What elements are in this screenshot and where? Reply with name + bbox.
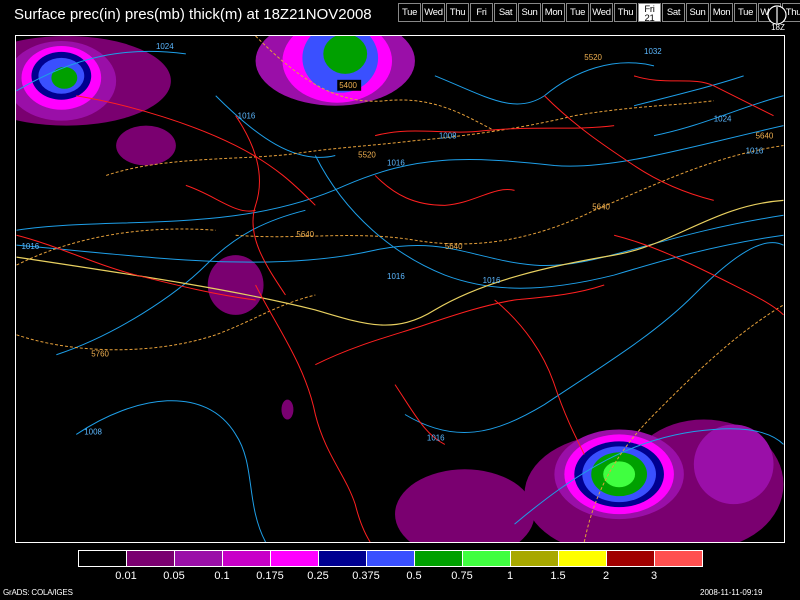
pressure-label: 1016 <box>387 158 405 167</box>
day-button[interactable]: Mon <box>710 3 733 22</box>
thickness-label: 5760 <box>91 350 109 359</box>
legend-label: 0.75 <box>451 570 473 582</box>
day-button[interactable]: Sat <box>494 3 517 22</box>
legend-swatch <box>318 550 367 567</box>
weather-map: 1024 1016 1008 1016 1016 1016 1016 1008 … <box>15 35 785 543</box>
legend-swatch <box>510 550 559 567</box>
pressure-label: 1024 <box>714 115 732 124</box>
legend-label: 1.5 <box>550 570 566 582</box>
thickness-label: 5640 <box>592 202 610 211</box>
day-button[interactable]: Sun <box>686 3 709 22</box>
legend-swatch <box>414 550 463 567</box>
legend-label: 0.05 <box>163 570 185 582</box>
legend-label: 0.375 <box>352 570 380 582</box>
pressure-label: 1024 <box>156 42 174 51</box>
thickness-label: 5640 <box>756 132 774 141</box>
legend-label: 3 <box>650 570 658 582</box>
legend-swatch <box>270 550 319 567</box>
legend-label: 0.1 <box>214 570 230 582</box>
legend-label: 0.5 <box>406 570 422 582</box>
legend-swatch <box>606 550 655 567</box>
legend-swatch <box>222 550 271 567</box>
day-button[interactable]: Tue <box>566 3 589 22</box>
day-button[interactable]: Tue <box>734 3 757 22</box>
day-button[interactable]: Mon <box>542 3 565 22</box>
legend-swatch <box>126 550 175 567</box>
legend-swatch <box>174 550 223 567</box>
legend-swatch <box>654 550 703 567</box>
legend-label: 0.01 <box>115 570 137 582</box>
pressure-label: 1016 <box>427 433 445 442</box>
day-button[interactable]: Wed <box>590 3 613 22</box>
day-button[interactable]: Fri <box>470 3 493 22</box>
pressure-label: 1016 <box>238 112 256 121</box>
day-button[interactable]: Sun <box>518 3 541 22</box>
thickness-label: 5400 <box>339 81 357 90</box>
thickness-label: 5520 <box>358 151 376 160</box>
timestamp-text: 2008-11-11-09:19 <box>700 588 763 597</box>
map-title: Surface prec(in) pres(mb) thick(m) at 18… <box>14 6 372 23</box>
legend-swatch <box>366 550 415 567</box>
color-legend <box>78 550 703 567</box>
pressure-label: 1016 <box>21 242 39 251</box>
pressure-label: 1016 <box>483 276 501 285</box>
pressure-label: 1008 <box>84 427 102 436</box>
legend-label: 2 <box>602 570 610 582</box>
legend-label: 0.25 <box>307 570 329 582</box>
pressure-label: 1016 <box>746 147 764 156</box>
credit-text: GrADS: COLA/IGES <box>3 588 73 597</box>
day-button[interactable]: Thu <box>614 3 637 22</box>
day-button[interactable]: Tue <box>398 3 421 22</box>
pressure-label: 1016 <box>387 272 405 281</box>
day-button[interactable]: Thu <box>446 3 469 22</box>
legend-swatch <box>558 550 607 567</box>
thickness-label: 5520 <box>584 53 602 62</box>
pressure-label: 1008 <box>439 132 457 141</box>
clock-label: 18Z <box>771 23 785 32</box>
pressure-label: 1032 <box>644 47 662 56</box>
day-button[interactable]: Sat <box>662 3 685 22</box>
legend-swatch <box>78 550 127 567</box>
thickness-label: 5640 <box>296 230 314 239</box>
day-button[interactable]: Fri 21 <box>638 3 661 22</box>
legend-label: 0.175 <box>256 570 284 582</box>
legend-labels: 0.01 0.05 0.1 0.175 0.25 0.375 0.5 0.75 1 1.5 2 3 <box>78 570 778 584</box>
day-button[interactable]: Wed <box>422 3 445 22</box>
thickness-label: 5640 <box>445 242 463 251</box>
legend-swatch <box>462 550 511 567</box>
day-selector: Tue Wed Thu Fri Sat Sun Mon Tue Wed Thu Fri 21 Sat Su… <box>398 3 800 22</box>
legend-label: 1 <box>506 570 514 582</box>
